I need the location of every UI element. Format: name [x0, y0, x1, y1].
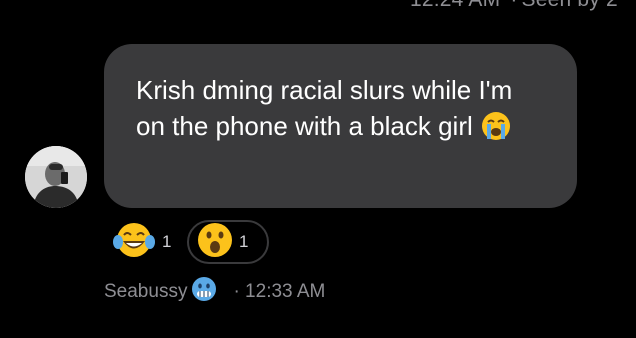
loudly-crying-face-icon [481, 111, 511, 141]
avatar-photo [25, 146, 87, 208]
reaction-count: 1 [239, 232, 249, 251]
message-bubble[interactable]: Krish dming racial slurs while I'm on th… [104, 44, 577, 208]
seen-status: 12:24 AM · Seen by 2 [410, 0, 618, 12]
sender-name[interactable]: Seabussy [104, 281, 187, 303]
message-text: Krish dming racial slurs while I'm on th… [136, 75, 513, 141]
status-separator: · [510, 0, 517, 11]
face-with-tears-of-joy-icon [112, 220, 156, 265]
reaction-surprised[interactable]: 1 [187, 220, 269, 264]
cold-face-icon [191, 276, 217, 308]
seen-time: 12:24 AM [410, 0, 500, 11]
message-timestamp: · 12:33 AM [233, 281, 326, 302]
avatar[interactable] [25, 146, 87, 208]
seen-by-label: Seen by 2 [522, 0, 618, 11]
message-footer: Seabussy · 12:33 AM [104, 276, 325, 308]
face-with-open-mouth-icon [197, 222, 233, 263]
reaction-laughing[interactable]: 1 [112, 220, 171, 264]
reaction-count: 1 [162, 232, 172, 251]
